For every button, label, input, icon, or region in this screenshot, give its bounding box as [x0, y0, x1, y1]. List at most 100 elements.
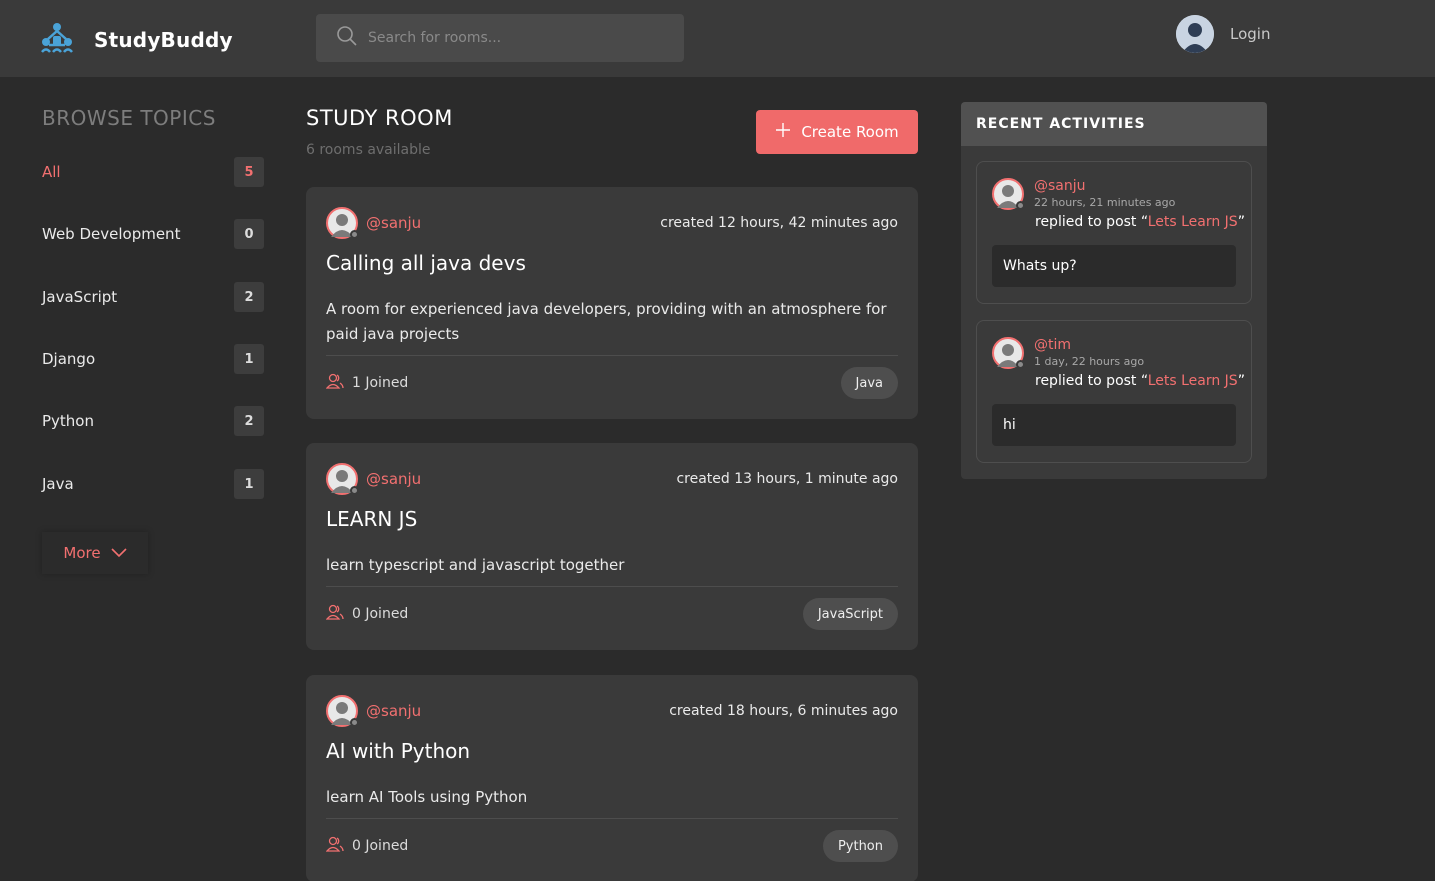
room-host[interactable]: @sanju: [326, 463, 421, 495]
search-icon: [336, 25, 358, 51]
room-created-time: created 13 hours, 1 minute ago: [676, 471, 898, 487]
create-room-label: Create Room: [801, 123, 899, 141]
topic-item-javascript[interactable]: JavaScript 2: [42, 281, 264, 313]
more-topics-button[interactable]: More: [42, 532, 148, 574]
topic-item-web-development[interactable]: Web Development 0: [42, 218, 264, 250]
room-topic-tag[interactable]: JavaScript: [802, 598, 898, 630]
activity-avatar[interactable]: [992, 337, 1025, 369]
users-icon: [325, 604, 344, 624]
activity-post-link[interactable]: Lets Learn JS: [1148, 214, 1238, 230]
room-card[interactable]: @sanju created 12 hours, 42 minutes ago …: [306, 187, 918, 419]
joined-count: 0 Joined: [325, 836, 409, 856]
status-dot: [350, 230, 359, 239]
rooms-count: 6 rooms available: [306, 142, 431, 158]
room-header: @sanju created 12 hours, 42 minutes ago: [326, 207, 898, 239]
chevron-down-icon: [111, 544, 127, 562]
rooms-section-header: STUDY ROOM 6 rooms available Create Room: [306, 106, 918, 158]
room-card[interactable]: @sanju created 13 hours, 1 minute ago LE…: [306, 443, 918, 650]
room-header: @sanju created 13 hours, 1 minute ago: [326, 463, 898, 495]
brand-name: StudyBuddy: [94, 28, 233, 52]
status-dot: [1016, 201, 1025, 210]
host-name[interactable]: @sanju: [366, 702, 421, 720]
room-host[interactable]: @sanju: [326, 207, 421, 239]
plus-icon: [775, 122, 791, 142]
activity-action-end: ”: [1237, 373, 1245, 389]
divider: [326, 355, 898, 356]
host-name[interactable]: @sanju: [366, 214, 421, 232]
activity-item: @tim 1 day, 22 hours ago replied to post…: [976, 320, 1252, 463]
recent-activities-panel: RECENT ACTIVITIES @sanju 22 hours, 21 mi…: [961, 102, 1267, 479]
topic-label: All: [42, 163, 61, 181]
users-icon: [325, 836, 344, 856]
status-dot: [350, 718, 359, 727]
activities-title: RECENT ACTIVITIES: [961, 102, 1267, 146]
room-description: learn AI Tools using Python: [326, 788, 528, 806]
room-topic-tag[interactable]: Java: [840, 367, 898, 399]
topic-count: 1: [234, 344, 264, 374]
activity-message: hi: [992, 404, 1236, 446]
activity-action-end: ”: [1237, 214, 1245, 230]
activity-user[interactable]: @tim: [1034, 337, 1071, 353]
topic-count: 2: [234, 406, 264, 436]
topics-sidebar: BROWSE TOPICS All 5 Web Development 0 Ja…: [42, 106, 264, 574]
activity-message: Whats up?: [992, 245, 1236, 287]
topic-label: Python: [42, 412, 94, 430]
room-footer: 0 Joined JavaScript: [325, 598, 898, 630]
host-name[interactable]: @sanju: [366, 470, 421, 488]
user-menu[interactable]: Login: [1176, 15, 1270, 53]
topic-count: 5: [234, 157, 264, 187]
topic-item-java[interactable]: Java 1: [42, 468, 264, 500]
activity-item: @sanju 22 hours, 21 minutes ago replied …: [976, 161, 1252, 304]
room-host[interactable]: @sanju: [326, 695, 421, 727]
users-icon: [325, 373, 344, 393]
room-title[interactable]: Calling all java devs: [326, 251, 526, 275]
top-navbar: StudyBuddy Login: [0, 0, 1435, 77]
topic-label: Java: [42, 475, 74, 493]
activity-description: replied to post “Lets Learn JS”: [1035, 373, 1245, 389]
room-title[interactable]: AI with Python: [326, 739, 470, 763]
joined-label: 0 Joined: [352, 606, 409, 622]
joined-label: 0 Joined: [352, 838, 409, 854]
room-topic-tag[interactable]: Python: [822, 830, 898, 862]
divider: [326, 586, 898, 587]
host-avatar: [326, 207, 359, 239]
room-footer: 1 Joined Java: [325, 367, 898, 399]
topic-item-python[interactable]: Python 2: [42, 405, 264, 437]
divider: [326, 818, 898, 819]
activity-description: replied to post “Lets Learn JS”: [1035, 214, 1245, 230]
host-avatar: [326, 695, 359, 727]
topic-label: Web Development: [42, 225, 181, 243]
activity-post-link[interactable]: Lets Learn JS: [1148, 373, 1238, 389]
activity-avatar[interactable]: [992, 178, 1025, 210]
topic-item-all[interactable]: All 5: [42, 156, 264, 188]
room-card[interactable]: @sanju created 18 hours, 6 minutes ago A…: [306, 675, 918, 881]
topic-label: Django: [42, 350, 96, 368]
host-avatar: [326, 463, 359, 495]
room-description: A room for experienced java developers, …: [326, 300, 887, 343]
activity-time: 22 hours, 21 minutes ago: [1034, 196, 1176, 209]
topic-label: JavaScript: [42, 288, 118, 306]
sidebar-title: BROWSE TOPICS: [42, 106, 216, 130]
activity-user[interactable]: @sanju: [1034, 178, 1086, 194]
topic-count: 0: [234, 219, 264, 249]
room-header: @sanju created 18 hours, 6 minutes ago: [326, 695, 898, 727]
topic-count: 1: [234, 469, 264, 499]
user-avatar[interactable]: [1176, 15, 1214, 53]
activity-time: 1 day, 22 hours ago: [1034, 355, 1145, 368]
activity-action: replied to post “: [1035, 214, 1148, 230]
room-title[interactable]: LEARN JS: [326, 507, 417, 531]
search-bar[interactable]: [316, 14, 684, 62]
activity-action: replied to post “: [1035, 373, 1148, 389]
joined-label: 1 Joined: [352, 375, 409, 391]
joined-count: 0 Joined: [325, 604, 409, 624]
more-label: More: [63, 544, 101, 562]
topic-item-django[interactable]: Django 1: [42, 343, 264, 375]
search-input[interactable]: [368, 30, 668, 46]
logo-icon: [40, 22, 74, 58]
login-link[interactable]: Login: [1230, 25, 1270, 43]
room-created-time: created 12 hours, 42 minutes ago: [660, 215, 898, 231]
create-room-button[interactable]: Create Room: [756, 110, 918, 154]
status-dot: [1016, 360, 1025, 369]
brand-logo[interactable]: StudyBuddy: [40, 22, 233, 58]
room-description: learn typescript and javascript together: [326, 556, 625, 574]
